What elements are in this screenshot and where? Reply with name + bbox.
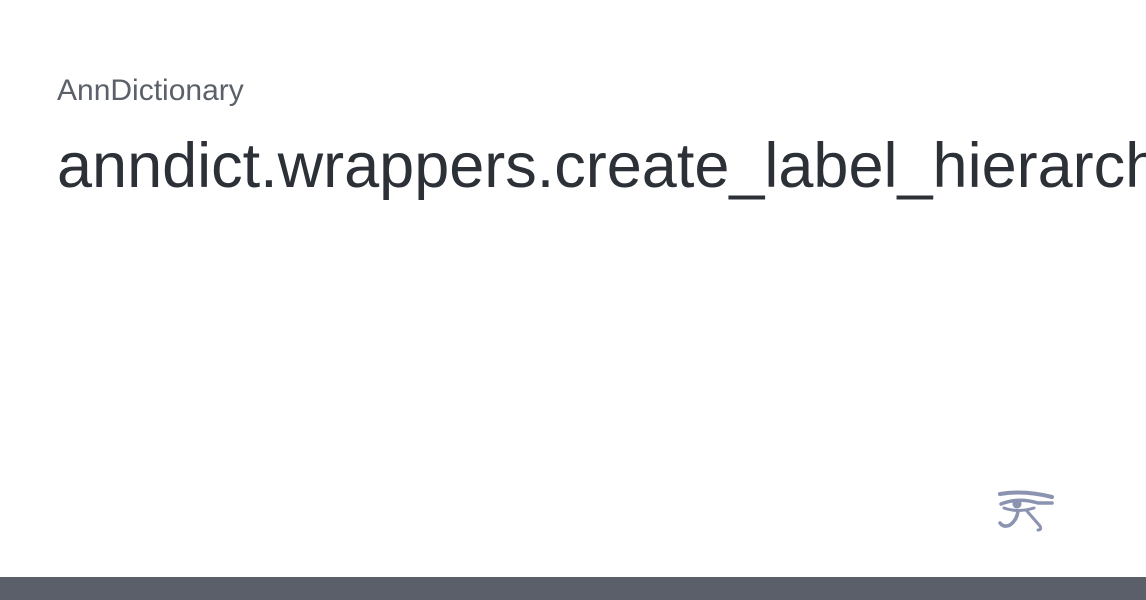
bottom-bar	[0, 577, 1146, 600]
social-preview-card: AnnDictionary anndict.wrappers.create_la…	[0, 0, 1146, 600]
site-name: AnnDictionary	[57, 74, 244, 107]
eye-of-horus-icon	[998, 490, 1054, 532]
page-title: anndict.wrappers.create_label_hierarchy	[57, 131, 1146, 201]
